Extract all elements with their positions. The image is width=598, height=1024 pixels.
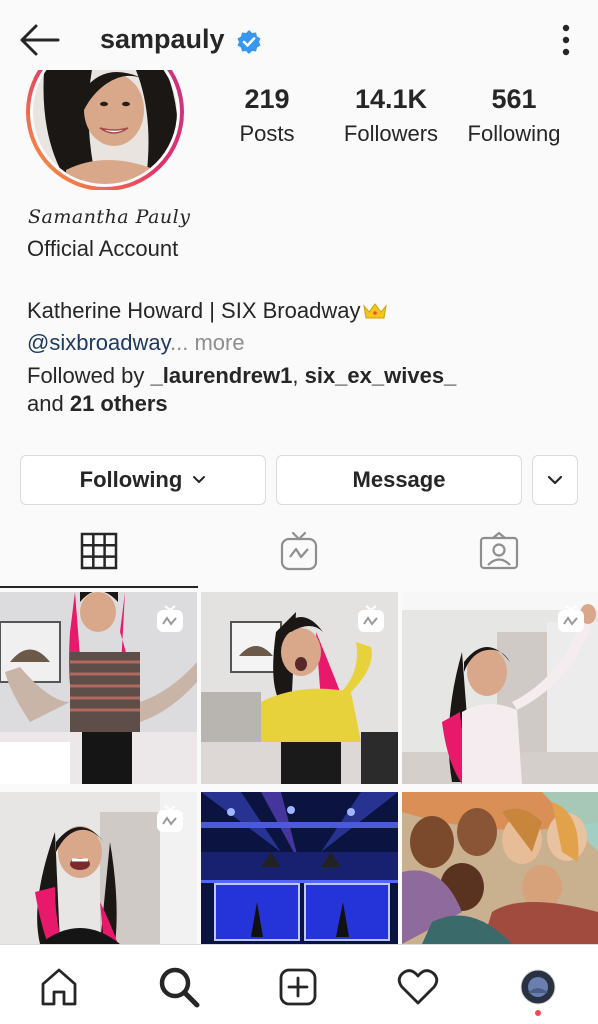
nav-search[interactable] [157, 965, 201, 1009]
nav-profile[interactable] [516, 965, 560, 1009]
posts-label: Posts [239, 121, 295, 146]
followers-count[interactable]: 14.1K Followers [332, 84, 450, 147]
tab-igtv[interactable] [199, 516, 399, 586]
tagged-person-icon [479, 532, 519, 570]
igtv-badge-icon [157, 605, 183, 632]
verified-badge-icon [237, 30, 261, 54]
nav-activity[interactable] [396, 965, 440, 1009]
profile-category: Official Account [27, 236, 179, 261]
chevron-down-icon [547, 475, 563, 485]
more-link[interactable]: more [188, 330, 244, 355]
post-thumbnail[interactable] [402, 592, 598, 784]
chevron-down-icon [193, 476, 206, 483]
home-icon [41, 968, 77, 1006]
add-post-icon [279, 968, 317, 1006]
post-thumbnail[interactable] [0, 792, 197, 944]
following-value: 561 [491, 84, 537, 114]
active-tab-indicator [0, 586, 198, 588]
following-count[interactable]: 561 Following [458, 84, 570, 147]
igtv-badge-icon [558, 605, 584, 632]
post-thumbnail[interactable] [0, 592, 197, 784]
tab-tagged[interactable] [400, 516, 598, 586]
heart-icon [397, 969, 439, 1005]
bottom-navigation [0, 944, 598, 1024]
profile-avatar-story-ring[interactable] [26, 70, 184, 190]
bio-text: Katherine Howard | SIX Broadway [27, 298, 361, 323]
post-thumbnail[interactable] [201, 592, 398, 784]
followers-label: Followers [343, 121, 439, 146]
followed-prefix: Followed by [27, 363, 151, 388]
message-button-label: Message [352, 467, 446, 492]
nav-home[interactable] [37, 965, 81, 1009]
posts-count[interactable]: 219 Posts [222, 84, 312, 147]
profile-username: sampauly [100, 24, 225, 54]
followed-user-2: six_ex_wives_ [304, 363, 457, 388]
followed-sep: , [292, 363, 305, 388]
followed-and: and [27, 391, 70, 416]
followed-user-1: _laurendrew1 [150, 363, 293, 388]
nav-new-post[interactable] [276, 965, 320, 1009]
post-thumbnail[interactable] [402, 792, 598, 944]
grid-icon [80, 532, 118, 570]
message-button[interactable]: Message [276, 455, 522, 505]
mention-link[interactable]: @sixbroadway [27, 330, 170, 355]
notification-dot [535, 1010, 541, 1016]
profile-avatar [520, 969, 556, 1005]
search-icon [159, 967, 200, 1008]
followed-by[interactable]: Followed by _laurendrew1, six_ex_wives_ … [27, 362, 587, 418]
posts-grid [0, 592, 598, 944]
profile-tabs [0, 516, 598, 588]
suggested-accounts-button[interactable] [532, 455, 578, 505]
arrow-left-icon[interactable] [18, 20, 62, 60]
igtv-badge-icon [358, 605, 384, 632]
post-thumbnail[interactable] [201, 792, 398, 944]
igtv-badge-icon [157, 805, 183, 832]
followed-others: 21 others [69, 391, 168, 416]
bio-line: Katherine Howard | SIX Broadway [27, 298, 388, 324]
profile-display-name: Samantha Pauly [28, 206, 191, 228]
following-label: Following [467, 121, 561, 146]
tab-grid[interactable] [0, 516, 198, 586]
bio-mention-line: @sixbroadway... more [27, 330, 245, 356]
more-vertical-icon[interactable] [553, 22, 579, 58]
igtv-icon [280, 531, 318, 571]
followers-value: 14.1K [354, 84, 428, 114]
bio-ellipsis: ... [169, 330, 189, 355]
posts-value: 219 [244, 84, 290, 114]
following-button-label: Following [79, 467, 183, 492]
crown-emoji-icon [363, 303, 388, 319]
following-button[interactable]: Following [20, 455, 266, 505]
